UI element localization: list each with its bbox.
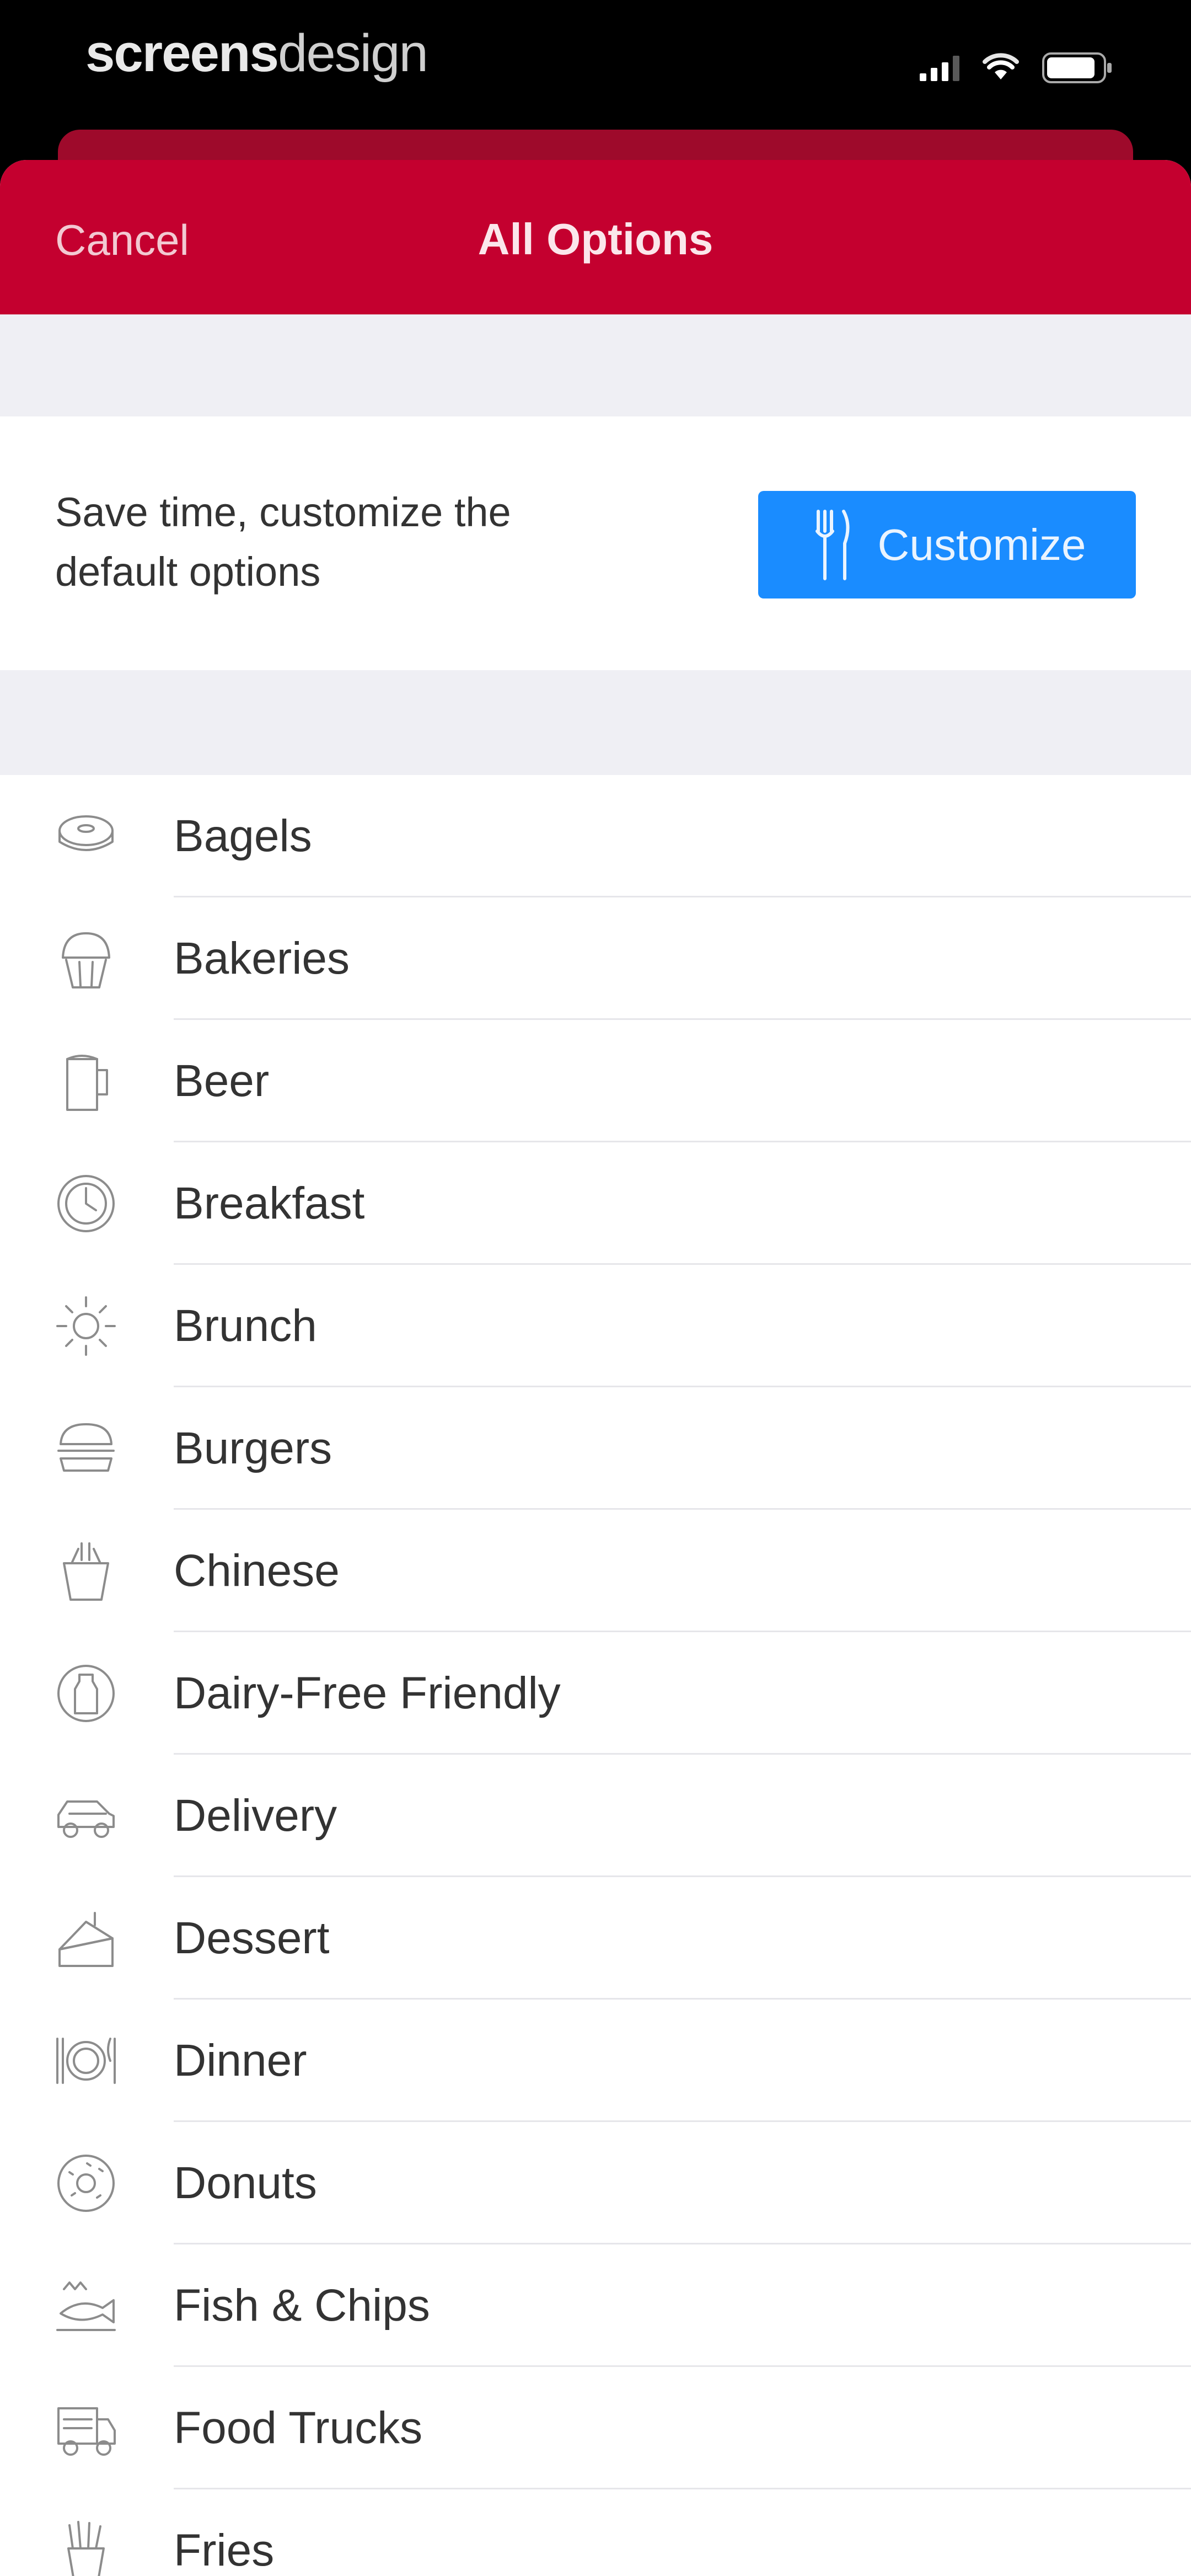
clock-plate-icon: [52, 1170, 120, 1237]
fish-icon: [52, 2272, 120, 2339]
list-item[interactable]: Dairy-Free Friendly: [0, 1632, 1191, 1755]
list-item-label: Brunch: [174, 1301, 317, 1351]
list-item-label: Donuts: [174, 2158, 317, 2208]
list-item-label: Breakfast: [174, 1178, 365, 1228]
customize-promo: Save time, customize the default options…: [0, 416, 1191, 670]
list-item[interactable]: Brunch: [0, 1265, 1191, 1387]
list-item-label: Burgers: [174, 1423, 332, 1473]
list-item[interactable]: Bakeries: [0, 897, 1191, 1020]
list-item[interactable]: Bagels: [0, 775, 1191, 897]
list-item[interactable]: Burgers: [0, 1387, 1191, 1510]
cake-slice-icon: [52, 1905, 120, 1972]
list-item[interactable]: Dessert: [0, 1877, 1191, 2000]
list-item[interactable]: Fish & Chips: [0, 2244, 1191, 2367]
list-item-label: Food Trucks: [174, 2403, 423, 2453]
list-item-label: Fries: [174, 2525, 275, 2575]
options-sheet: Cancel All Options Save time, customize …: [0, 160, 1191, 2576]
list-item-label: Dairy-Free Friendly: [174, 1668, 561, 1718]
sun-icon: [52, 1292, 120, 1360]
donut-icon: [52, 2150, 120, 2217]
watermark-light: design: [277, 24, 428, 83]
takeout-box-icon: [52, 1537, 120, 1605]
page-title: All Options: [478, 215, 713, 264]
list-item[interactable]: Delivery: [0, 1755, 1191, 1877]
list-item[interactable]: Chinese: [0, 1510, 1191, 1632]
watermark: screensdesign: [85, 23, 428, 84]
promo-text: Save time, customize the default options: [55, 489, 511, 595]
list-item[interactable]: Food Trucks: [0, 2367, 1191, 2489]
list-item[interactable]: Beer: [0, 1020, 1191, 1142]
cupcake-icon: [52, 925, 120, 992]
wifi-icon: [983, 53, 1019, 79]
plate-cutlery-icon: [52, 2027, 120, 2094]
list-item[interactable]: Breakfast: [0, 1142, 1191, 1265]
options-list: Bagels Bakeries Beer Breakfast Brunch Burgers…: [0, 775, 1191, 2576]
list-item-label: Dinner: [174, 2035, 307, 2086]
status-bar: screensdesign: [0, 0, 1191, 138]
section-spacer-2: [0, 670, 1191, 775]
list-item[interactable]: Fries: [0, 2489, 1191, 2576]
burger-icon: [52, 1415, 120, 1482]
list-item-label: Beer: [174, 1056, 270, 1106]
section-spacer: [0, 314, 1191, 416]
utensils-icon: [815, 509, 850, 580]
status-icons: [920, 52, 1114, 83]
beer-mug-icon: [52, 1047, 120, 1115]
list-item[interactable]: Donuts: [0, 2122, 1191, 2244]
bagel-icon: [52, 803, 120, 870]
milk-bottle-icon: [52, 1660, 120, 1727]
list-item-label: Fish & Chips: [174, 2280, 430, 2331]
car-icon: [52, 1782, 120, 1850]
navigation-bar: Cancel All Options: [0, 160, 1191, 314]
battery-icon: [1042, 52, 1112, 83]
customize-button-label: Customize: [877, 520, 1086, 569]
list-item-label: Dessert: [174, 1913, 330, 1963]
list-item-label: Bakeries: [174, 933, 350, 984]
list-item-label: Chinese: [174, 1546, 340, 1596]
customize-button[interactable]: Customize: [758, 491, 1136, 598]
list-item[interactable]: Dinner: [0, 2000, 1191, 2122]
watermark-bold: screens: [85, 24, 279, 83]
cellular-signal-icon: [920, 55, 959, 81]
food-truck-icon: [52, 2395, 120, 2462]
list-item-label: Bagels: [174, 811, 312, 861]
list-item-label: Delivery: [174, 1791, 337, 1841]
fries-icon: [52, 2517, 120, 2576]
